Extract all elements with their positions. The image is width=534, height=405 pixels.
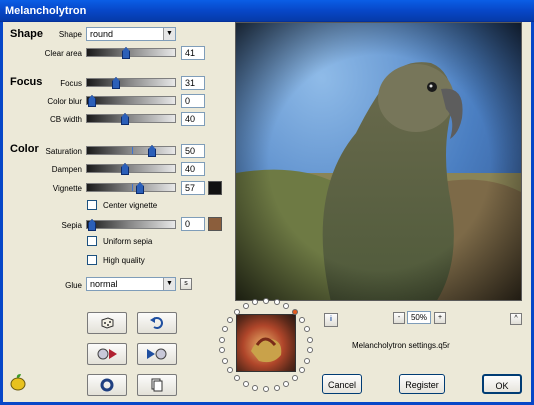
preset-dot[interactable] — [221, 357, 228, 364]
shape-dropdown-value: round — [90, 29, 114, 39]
vignette-label: Vignette — [52, 184, 82, 193]
slider-thumb[interactable] — [136, 182, 144, 194]
shape-label: Shape — [58, 30, 82, 39]
clear-area-value[interactable]: 41 — [181, 46, 205, 60]
slider-thumb[interactable] — [148, 145, 156, 157]
preset-dot[interactable] — [263, 298, 269, 304]
slider-thumb[interactable] — [88, 95, 96, 107]
collapse-button[interactable]: ^ — [510, 313, 522, 325]
previous-preset-button[interactable] — [87, 343, 127, 365]
dampen-value[interactable]: 40 — [181, 162, 205, 176]
parrot-photo — [236, 23, 521, 300]
undo-button[interactable] — [137, 312, 177, 334]
saturation-value[interactable]: 50 — [181, 144, 205, 158]
preset-dot[interactable] — [233, 374, 240, 381]
glue-label: Glue — [65, 281, 82, 290]
color-blur-slider[interactable] — [86, 95, 176, 107]
focus-label: Focus — [60, 79, 82, 88]
preset-dot[interactable] — [304, 357, 311, 364]
preset-dot[interactable] — [226, 317, 233, 323]
preset-dot[interactable] — [233, 309, 240, 316]
vignette-value[interactable]: 57 — [181, 181, 205, 195]
zoom-in-button[interactable]: + — [434, 312, 446, 324]
center-vignette-checkbox[interactable] — [87, 200, 97, 210]
copy-icon — [151, 378, 163, 392]
slider-tick — [132, 147, 133, 154]
chevron-down-icon[interactable]: ▼ — [163, 28, 175, 40]
vignette-slider[interactable] — [86, 182, 176, 194]
uniform-sepia-checkbox[interactable] — [87, 236, 97, 246]
dice-icon — [101, 317, 114, 329]
settings-filename: Melancholytron settings.q5r — [352, 341, 450, 350]
slider-thumb[interactable] — [121, 113, 129, 125]
zoom-out-button[interactable]: - — [393, 312, 405, 324]
info-button[interactable]: i — [324, 313, 338, 327]
preset-dot[interactable] — [306, 336, 313, 343]
sepia-color-swatch[interactable] — [208, 217, 222, 231]
sepia-slider[interactable] — [86, 219, 176, 231]
glue-dropdown[interactable]: normal ▼ — [86, 277, 176, 291]
slider-thumb[interactable] — [88, 219, 96, 231]
clear-area-label: Clear area — [44, 49, 82, 58]
cb-width-slider[interactable] — [86, 113, 176, 125]
play-left-icon — [97, 348, 117, 360]
preset-thumbnail[interactable] — [236, 314, 296, 372]
thumbnail-image — [251, 337, 282, 363]
saturation-label: Saturation — [45, 147, 82, 156]
chevron-down-icon[interactable]: ▼ — [163, 278, 175, 290]
undo-icon — [150, 317, 163, 329]
cb-width-value[interactable]: 40 — [181, 112, 205, 126]
focus-slider[interactable] — [86, 77, 176, 89]
preset-dot[interactable] — [263, 386, 269, 392]
next-preset-button[interactable] — [137, 343, 177, 365]
glue-s-button[interactable]: s — [180, 278, 192, 290]
focus-value[interactable]: 31 — [181, 76, 205, 90]
preset-dot[interactable] — [273, 384, 280, 391]
saturation-slider[interactable] — [86, 145, 176, 157]
uniform-sepia-label: Uniform sepia — [103, 237, 153, 246]
high-quality-label: High quality — [103, 256, 145, 265]
dampen-slider[interactable] — [86, 163, 176, 175]
ok-button[interactable]: OK — [482, 374, 522, 394]
zoom-level[interactable]: 50% — [407, 311, 431, 324]
shape-dropdown[interactable]: round ▼ — [86, 27, 176, 41]
preset-dot[interactable] — [242, 380, 249, 387]
slider-thumb[interactable] — [112, 77, 120, 89]
preset-dot[interactable] — [242, 303, 249, 310]
clear-area-slider[interactable] — [86, 47, 176, 59]
high-quality-checkbox[interactable] — [87, 255, 97, 265]
color-blur-value[interactable]: 0 — [181, 94, 205, 108]
preset-dot[interactable] — [226, 366, 233, 373]
sepia-value[interactable]: 0 — [181, 217, 205, 231]
cancel-button[interactable]: Cancel — [322, 374, 362, 394]
randomize-button[interactable] — [87, 312, 127, 334]
play-right-icon — [147, 348, 167, 360]
vignette-color-swatch[interactable] — [208, 181, 222, 195]
record-button[interactable] — [87, 374, 127, 396]
register-button[interactable]: Register — [399, 374, 445, 394]
fruit-logo-icon — [8, 372, 28, 394]
cb-width-label: CB width — [49, 115, 82, 124]
dampen-label: Dampen — [51, 165, 82, 174]
title-bar: Melancholytron — [0, 0, 534, 22]
slider-thumb[interactable] — [122, 47, 130, 59]
preset-dot[interactable] — [273, 299, 280, 306]
center-vignette-label: Center vignette — [103, 201, 158, 210]
slider-tick — [132, 184, 133, 191]
circle-icon — [100, 378, 114, 392]
color-blur-label: Color blur — [47, 97, 82, 106]
preview-image[interactable] — [235, 22, 522, 301]
preset-dot[interactable] — [219, 336, 226, 343]
copy-button[interactable] — [137, 374, 177, 396]
glue-dropdown-value: normal — [90, 279, 118, 289]
preset-dot[interactable] — [306, 347, 313, 354]
sepia-label: Sepia — [61, 221, 82, 230]
